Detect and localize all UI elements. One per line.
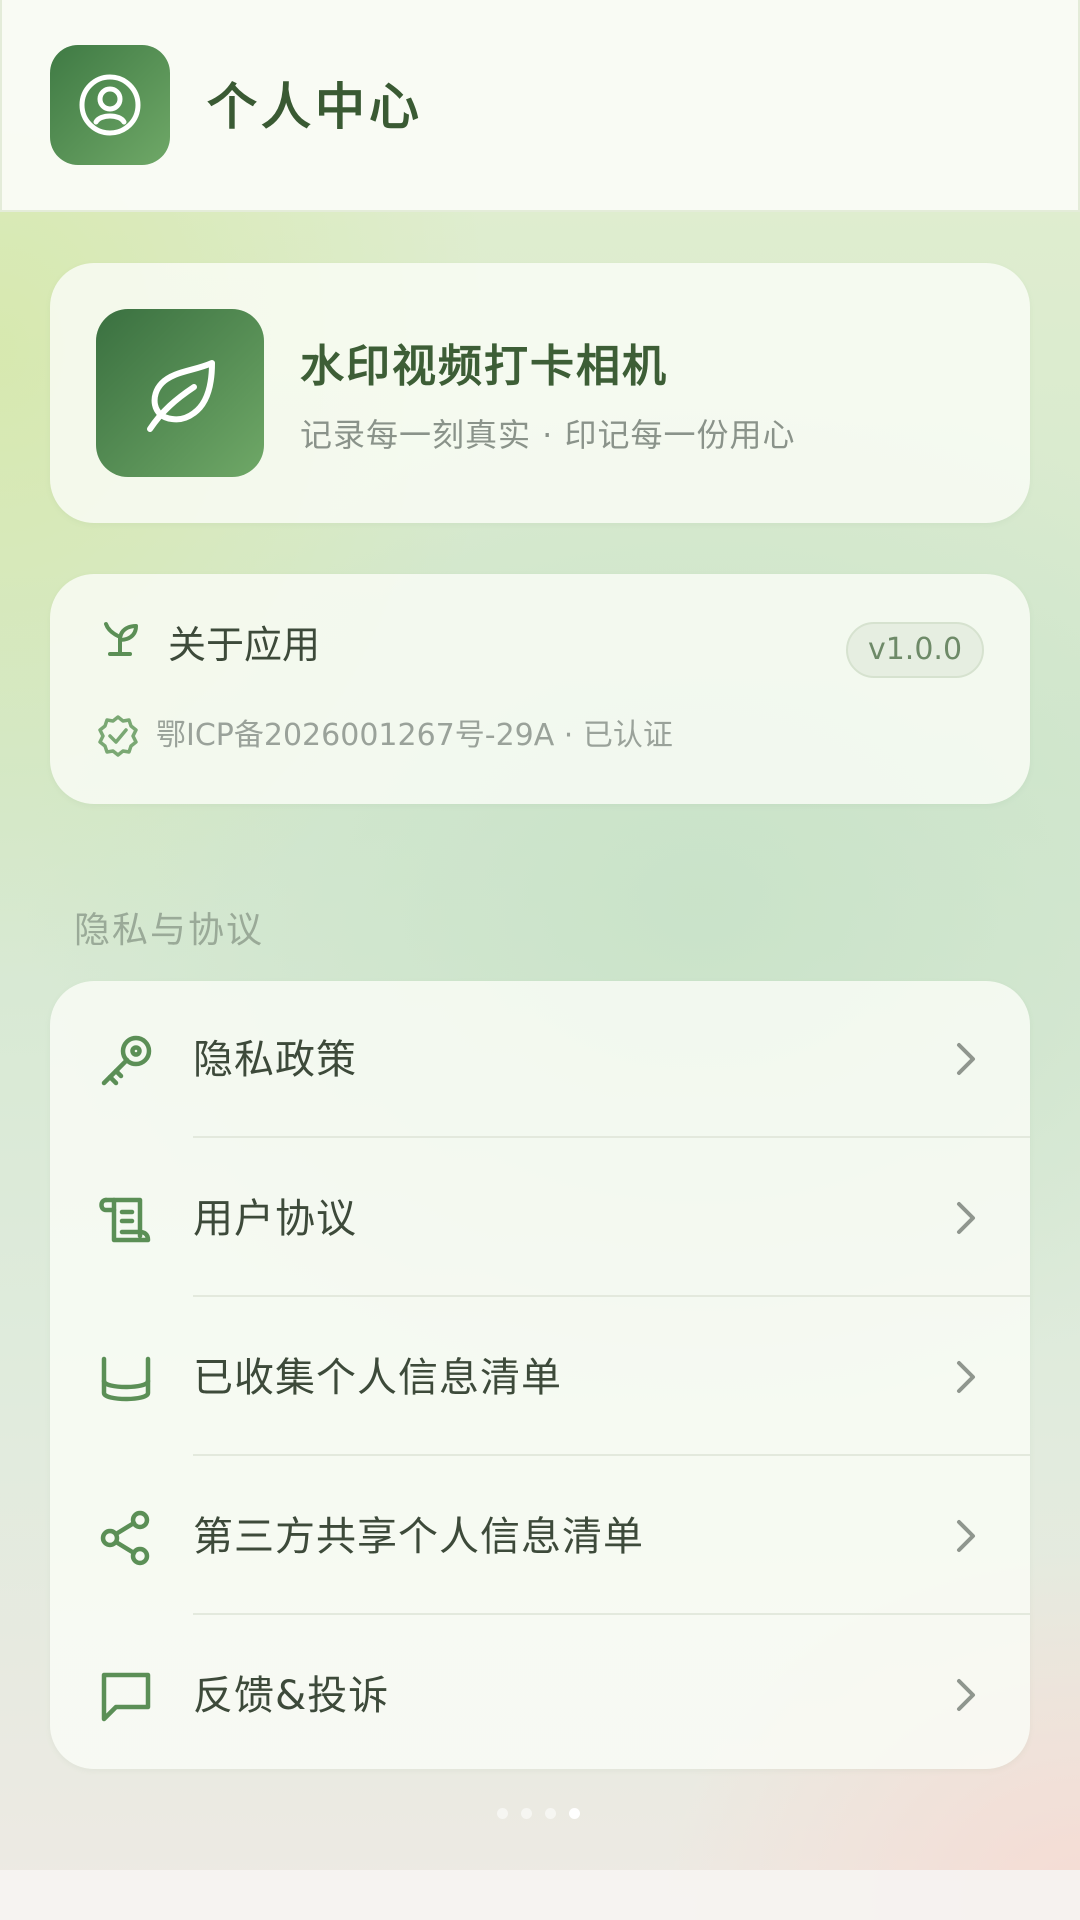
- page-header: 个人中心: [0, 0, 1080, 212]
- about-title: 关于应用: [168, 623, 321, 667]
- section-title-privacy: 隐私与协议: [74, 910, 265, 951]
- chevron-right-icon: [952, 1675, 980, 1715]
- app-name: 水印视频打卡相机: [300, 341, 668, 392]
- list-item-label: 第三方共享个人信息清单: [193, 1514, 644, 1560]
- divider: [193, 1295, 1030, 1297]
- chevron-right-icon: [952, 1198, 980, 1238]
- list-item-collected-info[interactable]: 已收集个人信息清单: [50, 1299, 1030, 1458]
- divider: [193, 1454, 1030, 1456]
- version-badge: v1.0.0: [846, 622, 984, 678]
- chevron-right-icon: [952, 1516, 980, 1556]
- icp-record-text[interactable]: 鄂ICP备2026001267号-29A · 已认证: [156, 714, 673, 758]
- chevron-right-icon: [952, 1357, 980, 1397]
- bottom-bar: [0, 1870, 1080, 1920]
- list-item-third-party-sharing[interactable]: 第三方共享个人信息清单: [50, 1458, 1030, 1617]
- list-item-label: 隐私政策: [193, 1037, 357, 1083]
- page-dot: [521, 1808, 532, 1819]
- app-slogan: 记录每一刻真实 · 印记每一份用心: [300, 416, 796, 454]
- list-item-label: 已收集个人信息清单: [193, 1355, 562, 1401]
- privacy-list-card: 隐私政策 用户协议 已收集个人信息清单 第三方共享个人信息清单 反馈&投诉: [50, 981, 1030, 1769]
- list-item-user-agreement[interactable]: 用户协议: [50, 1140, 1030, 1299]
- leaf-icon: [96, 309, 264, 477]
- list-item-label: 反馈&投诉: [193, 1673, 390, 1719]
- page-indicator: [497, 1806, 583, 1820]
- share-icon: [96, 1508, 156, 1568]
- list-item-privacy-policy[interactable]: 隐私政策: [50, 981, 1030, 1140]
- list-item-label: 用户协议: [193, 1196, 357, 1242]
- sprout-icon: [96, 614, 144, 662]
- scroll-icon: [96, 1190, 156, 1250]
- key-icon: [96, 1031, 156, 1091]
- user-circle-icon: [50, 45, 170, 165]
- page-dot: [545, 1808, 556, 1819]
- page-title: 个人中心: [207, 78, 423, 136]
- divider: [193, 1136, 1030, 1138]
- divider: [193, 1613, 1030, 1615]
- about-app-card[interactable]: 关于应用 v1.0.0 鄂ICP备2026001267号-29A · 已认证: [50, 574, 1030, 804]
- page-dot-active: [569, 1808, 580, 1819]
- page-dot: [497, 1808, 508, 1819]
- list-item-feedback[interactable]: 反馈&投诉: [50, 1617, 1030, 1769]
- app-info-card: 水印视频打卡相机 记录每一刻真实 · 印记每一份用心: [50, 263, 1030, 523]
- database-icon: [96, 1349, 156, 1409]
- verified-check-icon: [96, 714, 140, 758]
- chat-icon: [96, 1667, 156, 1727]
- chevron-right-icon: [952, 1039, 980, 1079]
